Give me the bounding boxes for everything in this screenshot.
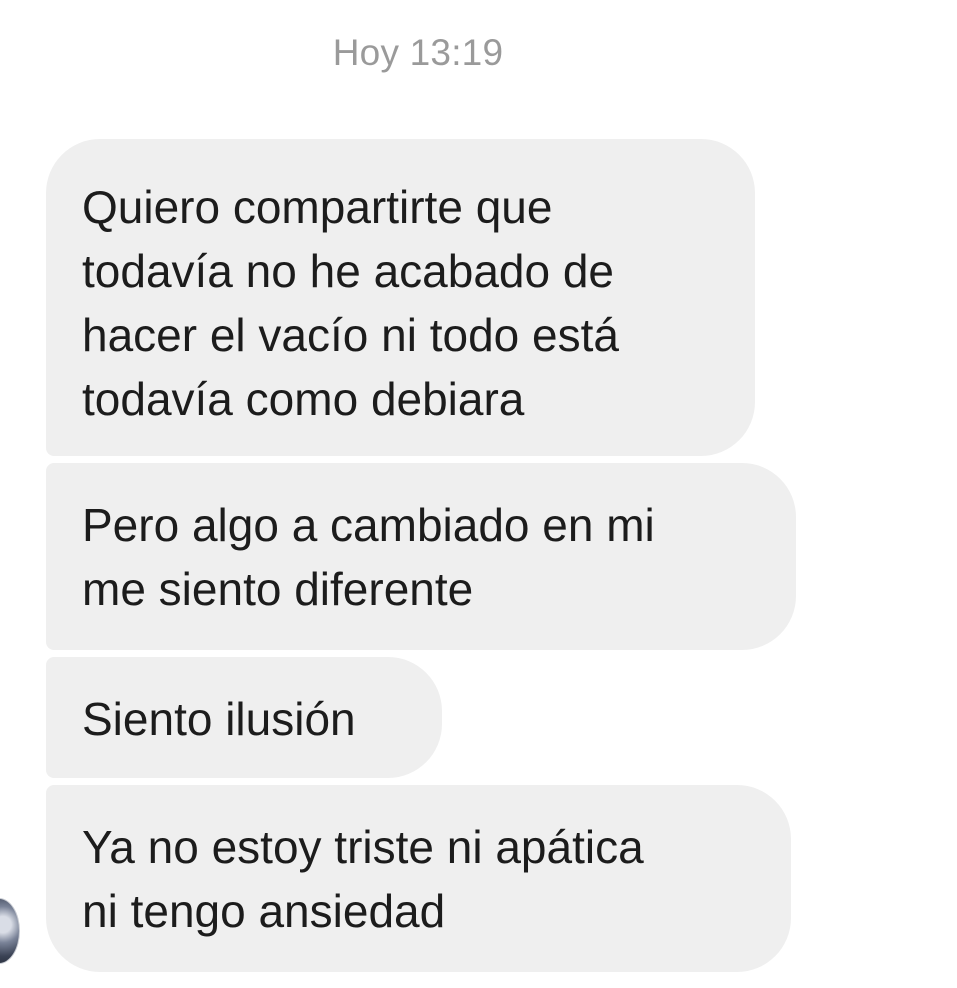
received-message-bubble[interactable]: Pero algo a cambiado en mi me siento dif… xyxy=(46,463,796,650)
received-message-bubble[interactable]: Siento ilusión xyxy=(46,657,442,778)
sender-avatar-icon[interactable] xyxy=(0,898,20,964)
received-message-bubble[interactable]: Ya no estoy triste ni apática ni tengo a… xyxy=(46,785,791,972)
message-timestamp: Hoy 13:19 xyxy=(332,32,504,73)
received-message-bubble[interactable]: Quiero compartirte que todavía no he aca… xyxy=(46,139,755,456)
